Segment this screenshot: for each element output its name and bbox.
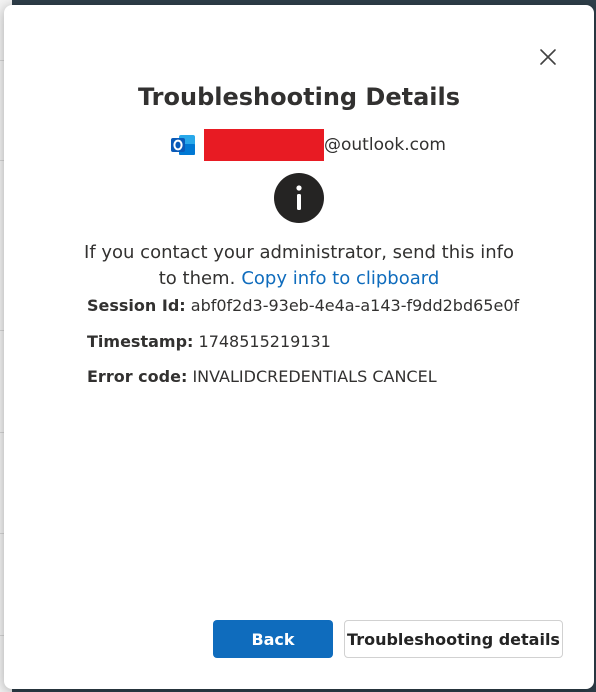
timestamp-row: Timestamp: 1748515219131 bbox=[87, 332, 331, 351]
message-line-2-text: to them. bbox=[158, 268, 236, 289]
troubleshooting-dialog: Troubleshooting Details @outlook.com If … bbox=[4, 5, 594, 689]
error-code-row: Error code: INVALIDCREDENTIALS CANCEL bbox=[87, 367, 437, 386]
close-icon bbox=[540, 49, 556, 65]
info-message: If you contact your administrator, send … bbox=[4, 240, 594, 292]
email-domain: @outlook.com bbox=[324, 135, 446, 155]
copy-info-link[interactable]: Copy info to clipboard bbox=[241, 268, 439, 289]
dialog-title: Troubleshooting Details bbox=[137, 83, 461, 111]
session-id-value: abf0f2d3-93eb-4e4a-a143-f9dd2bd65e0f bbox=[190, 296, 520, 315]
timestamp-label: Timestamp: bbox=[87, 332, 194, 351]
timestamp-value: 1748515219131 bbox=[198, 332, 331, 351]
session-id-row: Session Id: abf0f2d3-93eb-4e4a-a143-f9dd… bbox=[87, 296, 519, 315]
redacted-email bbox=[204, 129, 324, 161]
close-button[interactable] bbox=[534, 43, 562, 71]
back-button[interactable]: Back bbox=[213, 620, 333, 658]
error-code-label: Error code: bbox=[87, 367, 188, 386]
troubleshooting-details-button[interactable]: Troubleshooting details bbox=[344, 620, 563, 658]
info-icon bbox=[274, 173, 324, 223]
outlook-icon bbox=[171, 135, 195, 155]
message-line-2: to them. Copy info to clipboard bbox=[4, 266, 594, 292]
account-row: @outlook.com bbox=[170, 129, 446, 161]
session-id-label: Session Id: bbox=[87, 296, 186, 315]
error-code-value: INVALIDCREDENTIALS CANCEL bbox=[192, 367, 437, 386]
message-line-1: If you contact your administrator, send … bbox=[84, 242, 514, 263]
